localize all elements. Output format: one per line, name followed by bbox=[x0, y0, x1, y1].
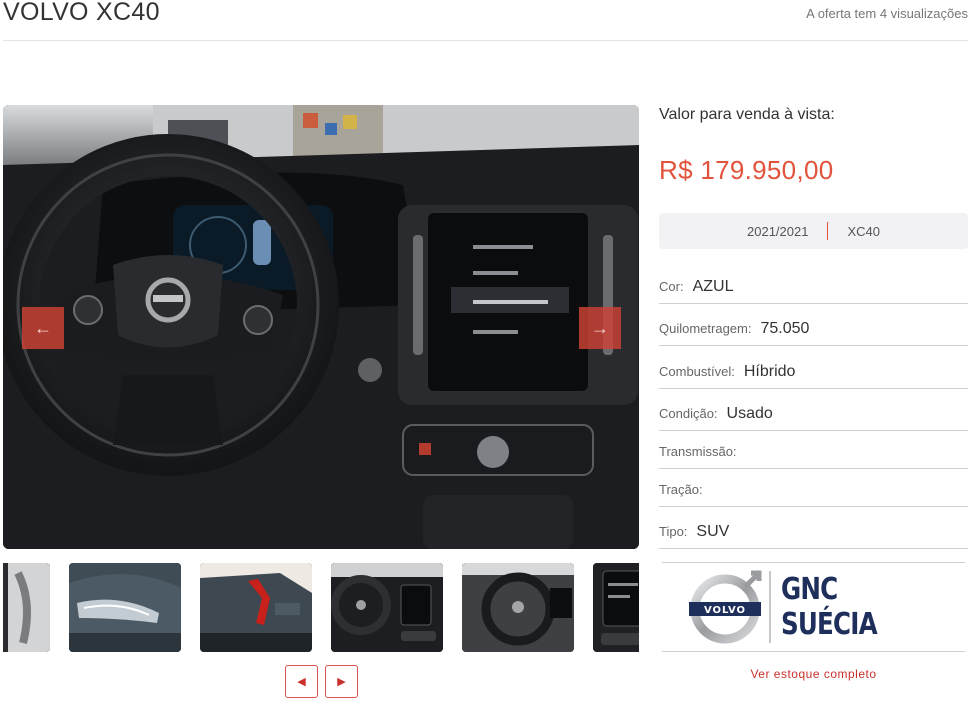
thumbnail-next-button[interactable]: ▶ bbox=[325, 665, 358, 698]
spec-row-mileage: Quilometragem: 75.050 bbox=[659, 308, 968, 346]
thumbnail-steering-wheel[interactable] bbox=[462, 563, 574, 652]
volvo-logo-icon: VOLVO bbox=[688, 570, 761, 644]
thumbnail-interior-detail[interactable] bbox=[3, 563, 50, 652]
spec-row-type: Tipo: SUV bbox=[659, 511, 968, 549]
thumbnail-strip bbox=[3, 563, 639, 652]
car-interior-image bbox=[3, 105, 639, 549]
spec-key: Quilometragem: bbox=[659, 321, 752, 336]
logo-divider bbox=[768, 571, 771, 643]
volvo-badge-text: VOLVO bbox=[703, 605, 745, 616]
spec-key: Condição: bbox=[659, 406, 718, 421]
spec-value: SUV bbox=[696, 522, 730, 540]
tag-separator bbox=[827, 222, 829, 240]
spec-key: Tração: bbox=[659, 482, 703, 497]
thumbnail-prev-button[interactable]: ◀ bbox=[285, 665, 318, 698]
gallery-next-button[interactable]: → bbox=[579, 307, 621, 349]
spec-key: Cor: bbox=[659, 279, 684, 294]
spec-row-traction: Tração: bbox=[659, 469, 968, 507]
price-value: R$ 179.950,00 bbox=[659, 155, 834, 185]
caret-right-icon: ▶ bbox=[337, 676, 346, 688]
arrow-right-icon: → bbox=[591, 317, 609, 338]
spec-row-fuel: Combustível: Híbrido bbox=[659, 351, 968, 389]
spec-value: Híbrido bbox=[743, 362, 796, 380]
thumbnail-headlight[interactable] bbox=[69, 563, 181, 652]
spec-value: 75.050 bbox=[760, 319, 810, 337]
price-label: Valor para venda à vista: bbox=[659, 106, 835, 123]
year-tag: 2021/2021 bbox=[747, 223, 809, 239]
spec-key: Combustível: bbox=[659, 364, 735, 379]
main-photo[interactable]: ← → bbox=[3, 105, 639, 549]
spec-row-condition: Condição: Usado bbox=[659, 393, 968, 431]
dealer-name: GNC SUÉCIA bbox=[780, 572, 878, 642]
thumbnail-tail-light[interactable] bbox=[200, 563, 312, 652]
caret-left-icon: ◀ bbox=[297, 676, 306, 688]
thumbnail-dashboard[interactable] bbox=[331, 563, 443, 652]
view-full-stock-link[interactable]: Ver estoque completo bbox=[659, 667, 968, 681]
spec-row-color: Cor: AZUL bbox=[659, 266, 968, 304]
page-title: VOLVO XC40 bbox=[3, 0, 160, 26]
gallery-prev-button[interactable]: ← bbox=[22, 307, 64, 349]
spec-key: Tipo: bbox=[659, 524, 688, 539]
header-divider bbox=[3, 40, 968, 41]
spec-row-transmission: Transmissão: bbox=[659, 431, 968, 469]
spec-value: Usado bbox=[726, 404, 773, 422]
arrow-left-icon: ← bbox=[34, 317, 52, 338]
year-model-bar: 2021/2021 XC40 bbox=[659, 213, 968, 249]
spec-key: Transmissão: bbox=[659, 444, 737, 459]
view-count: A oferta tem 4 visualizações bbox=[806, 6, 968, 21]
model-tag: XC40 bbox=[847, 223, 880, 239]
spec-value: AZUL bbox=[692, 277, 734, 295]
thumbnail-center-console[interactable] bbox=[593, 563, 639, 652]
dealer-logo[interactable]: VOLVO GNC SUÉCIA bbox=[662, 562, 965, 652]
